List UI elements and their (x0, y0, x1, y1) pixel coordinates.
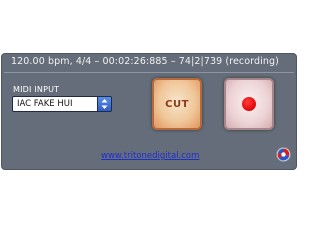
tritone-logo-icon[interactable] (276, 147, 291, 162)
cut-button[interactable]: CUT (152, 78, 202, 130)
record-button[interactable] (224, 78, 274, 130)
cut-button-label: CUT (165, 99, 189, 110)
transport-status: 120.00 bpm, 4/4 – 00:02:26:885 – 74|2|73… (11, 56, 279, 67)
select-arrows-icon (97, 97, 111, 111)
midi-input-select[interactable]: IAC FAKE HUI (12, 96, 112, 112)
record-dot-icon (242, 97, 256, 111)
midi-input-value: IAC FAKE HUI (17, 99, 73, 109)
website-link[interactable]: www.tritonedigital.com (101, 151, 199, 161)
midi-input-label: MIDI INPUT (13, 85, 60, 94)
divider (4, 72, 294, 73)
